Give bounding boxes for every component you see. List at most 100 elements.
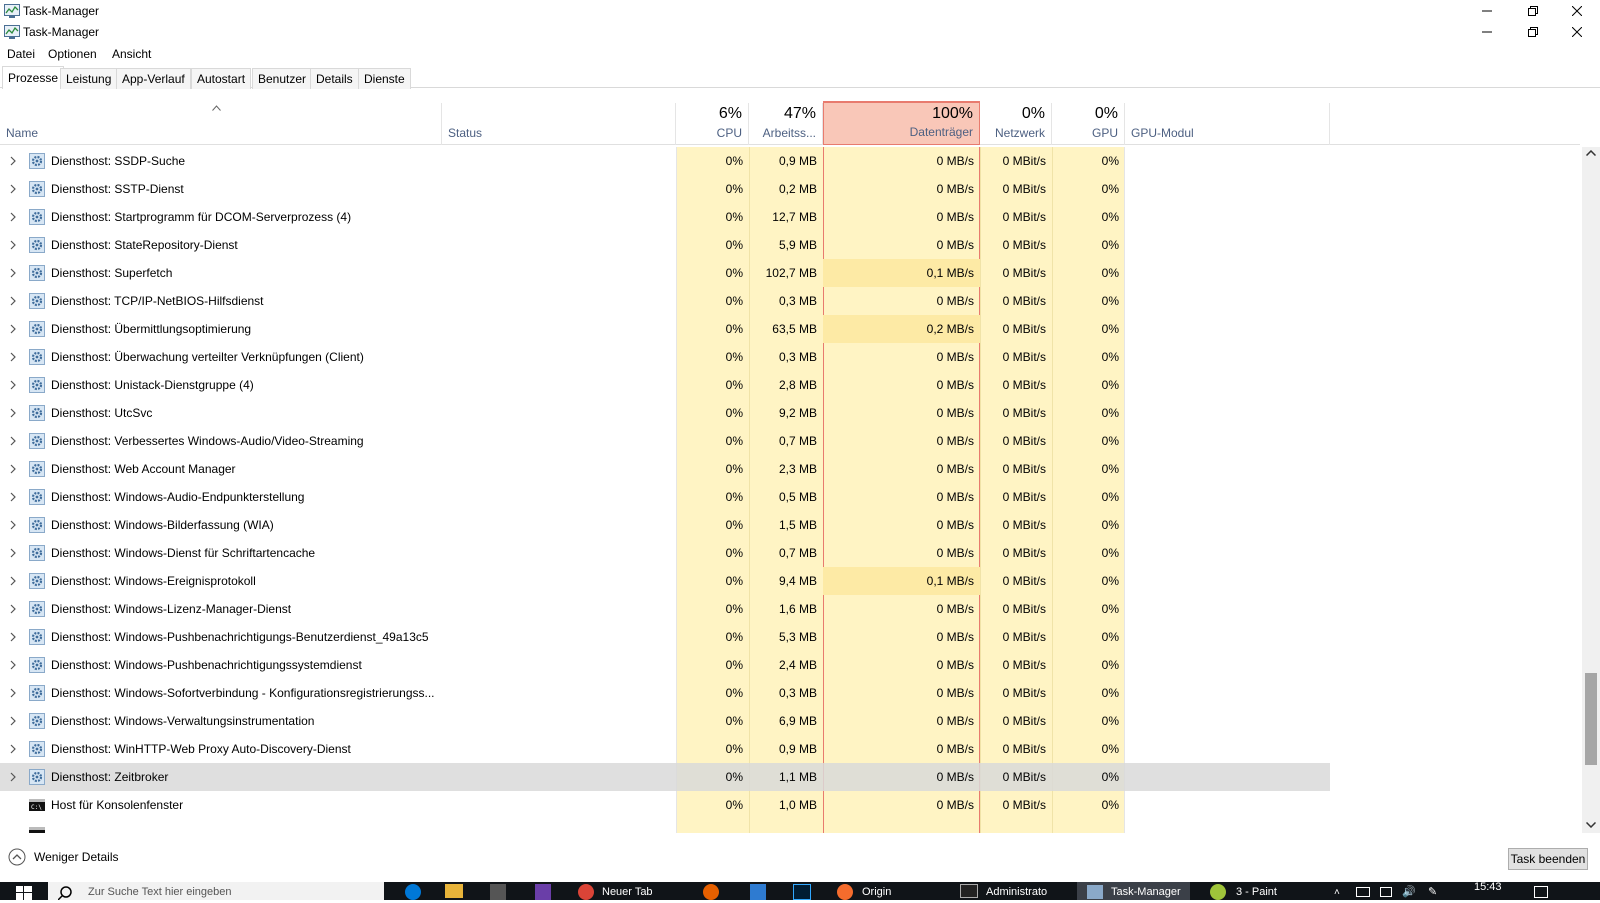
- windows-start-icon[interactable]: [16, 886, 32, 900]
- table-row[interactable]: Diensthost: Windows-Audio-Endpunkterstel…: [0, 483, 1330, 511]
- header-cpu[interactable]: 6% CPU: [676, 103, 749, 145]
- chevron-right-icon[interactable]: [8, 660, 18, 670]
- photoshop-icon[interactable]: [793, 884, 811, 900]
- table-row[interactable]: Diensthost: Startprogramm für DCOM-Serve…: [0, 203, 1330, 231]
- cmd-icon[interactable]: [960, 884, 978, 898]
- tab-leistung[interactable]: Leistung: [60, 68, 118, 89]
- clock[interactable]: 15:43: [1474, 881, 1502, 897]
- chevron-right-icon[interactable]: [8, 240, 18, 250]
- table-row[interactable]: Diensthost: Windows-Pushbenachrichtigung…: [0, 623, 1330, 651]
- menu-datei[interactable]: Datei: [7, 47, 35, 61]
- edge-icon[interactable]: [405, 884, 421, 900]
- scroll-up-icon[interactable]: [1586, 150, 1596, 156]
- paint-icon[interactable]: [1210, 884, 1226, 900]
- origin-icon[interactable]: [837, 884, 853, 900]
- taskbar-search[interactable]: Zur Suche Text hier eingeben: [48, 882, 384, 900]
- header-status[interactable]: Status: [442, 103, 676, 145]
- network-icon[interactable]: [1380, 887, 1392, 897]
- chevron-right-icon[interactable]: [8, 576, 18, 586]
- table-row[interactable]: Diensthost: WinHTTP-Web Proxy Auto-Disco…: [0, 735, 1330, 763]
- chevron-right-icon[interactable]: [8, 268, 18, 278]
- explorer-icon[interactable]: [445, 884, 463, 898]
- scroll-down-icon[interactable]: [1586, 822, 1596, 828]
- table-row[interactable]: Diensthost: Unistack-Dienstgruppe (4) 0% 2…: [0, 371, 1330, 399]
- table-row[interactable]: Diensthost: Web Account Manager 0% 2,3 MB 0…: [0, 455, 1330, 483]
- table-row[interactable]: Diensthost: Windows-Pushbenachrichtigung…: [0, 651, 1330, 679]
- notification-icon[interactable]: [1534, 886, 1548, 898]
- visual-studio-icon[interactable]: [535, 884, 551, 900]
- table-row[interactable]: Diensthost: Superfetch 0% 102,7 MB 0,1 MB/s…: [0, 259, 1330, 287]
- table-row[interactable]: Diensthost: Überwachung verteilter Verkn…: [0, 343, 1330, 371]
- menu-optionen[interactable]: Optionen: [48, 47, 97, 61]
- title-bar[interactable]: Task-Manager: [0, 0, 1600, 21]
- header-gpu-modul[interactable]: GPU-Modul: [1125, 103, 1330, 145]
- header-gpu[interactable]: 0% GPU: [1052, 103, 1125, 145]
- taskbar-task-manager[interactable]: Task-Manager: [1077, 882, 1190, 900]
- table-row[interactable]: Diensthost: SSDP-Suche 0% 0,9 MB 0 MB/s 0 MB…: [0, 147, 1330, 175]
- chevron-right-icon[interactable]: [8, 632, 18, 642]
- firefox-icon[interactable]: [703, 884, 719, 900]
- chevron-right-icon[interactable]: [8, 352, 18, 362]
- scroll-thumb[interactable]: [1585, 673, 1597, 765]
- menu-ansicht[interactable]: Ansicht: [112, 47, 151, 61]
- title-bar-secondary[interactable]: Task-Manager: [0, 21, 1600, 42]
- chevron-right-icon[interactable]: [8, 212, 18, 222]
- table-row[interactable]: Diensthost: Windows-Lizenz-Manager-Diens…: [0, 595, 1330, 623]
- chevron-right-icon[interactable]: [8, 184, 18, 194]
- end-task-button[interactable]: Task beenden: [1508, 848, 1588, 870]
- tab-details[interactable]: Details: [310, 68, 359, 89]
- table-row[interactable]: Diensthost: SSTP-Dienst 0% 0,2 MB 0 MB/s 0 M…: [0, 175, 1330, 203]
- chevron-right-icon[interactable]: [8, 744, 18, 754]
- chevron-right-icon[interactable]: [8, 492, 18, 502]
- chevron-up-icon[interactable]: ˄: [1334, 887, 1340, 903]
- chevron-right-icon[interactable]: [8, 324, 18, 334]
- table-row[interactable]: Diensthost: StateRepository-Dienst 0% 5,9 …: [0, 231, 1330, 259]
- table-row[interactable]: Diensthost: Windows-Dienst für Schriftar…: [0, 539, 1330, 567]
- vertical-scrollbar[interactable]: [1582, 147, 1600, 833]
- table-row[interactable]: Diensthost: TCP/IP-NetBIOS-Hilfsdienst 0%…: [0, 287, 1330, 315]
- chevron-right-icon[interactable]: [8, 408, 18, 418]
- close-button[interactable]: [1554, 0, 1600, 21]
- table-row[interactable]: Diensthost: Zeitbroker 0% 1,1 MB 0 MB/s 0 MB…: [0, 763, 1330, 791]
- header-mem[interactable]: 47% Arbeitss...: [749, 103, 823, 145]
- chevron-right-icon[interactable]: [8, 296, 18, 306]
- restore-button[interactable]: [1510, 21, 1556, 42]
- chevron-right-icon[interactable]: [8, 464, 18, 474]
- chevron-right-icon[interactable]: [8, 688, 18, 698]
- table-row[interactable]: Diensthost: UtcSvc 0% 9,2 MB 0 MB/s 0 MBit/s…: [0, 399, 1330, 427]
- minimize-button[interactable]: [1464, 0, 1510, 21]
- header-disk[interactable]: 100% Datenträger: [823, 101, 980, 145]
- chevron-right-icon[interactable]: [8, 716, 18, 726]
- pen-icon[interactable]: ✎: [1428, 885, 1437, 901]
- table-row[interactable]: C:\ Host für Konsolenfenster 0% 1,0 MB 0 MB/…: [0, 791, 1330, 819]
- chevron-right-icon[interactable]: [8, 380, 18, 390]
- header-name[interactable]: Name: [0, 103, 442, 145]
- tab-autostart[interactable]: Autostart: [191, 68, 252, 89]
- table-row[interactable]: Diensthost: Windows-Ereignisprotokoll 0% 9…: [0, 567, 1330, 595]
- header-net[interactable]: 0% Netzwerk: [980, 103, 1052, 145]
- table-row[interactable]: Diensthost: Windows-Bilderfassung (WIA) 0…: [0, 511, 1330, 539]
- table-row[interactable]: Diensthost: Übermittlungsoptimierung 0% 63…: [0, 315, 1330, 343]
- tab-prozesse[interactable]: Prozesse: [2, 66, 65, 89]
- close-button[interactable]: [1554, 21, 1600, 42]
- chevron-right-icon[interactable]: [8, 772, 18, 782]
- battery-icon[interactable]: [1356, 887, 1370, 897]
- tab-app-verlauf[interactable]: App-Verlauf: [116, 68, 191, 89]
- chevron-right-icon[interactable]: [8, 520, 18, 530]
- chevron-right-icon[interactable]: [8, 548, 18, 558]
- restore-button[interactable]: [1510, 0, 1556, 21]
- store-icon[interactable]: [490, 884, 506, 900]
- chevron-right-icon[interactable]: [8, 156, 18, 166]
- tab-benutzer[interactable]: Benutzer: [252, 68, 313, 89]
- table-row[interactable]: Diensthost: Windows-Verwaltungsinstrumen…: [0, 707, 1330, 735]
- chrome-icon[interactable]: [578, 884, 594, 900]
- table-row[interactable]: Diensthost: Verbessertes Windows-Audio/V…: [0, 427, 1330, 455]
- table-row-partial[interactable]: [0, 819, 1330, 833]
- tab-dienste[interactable]: Dienste: [358, 68, 411, 89]
- chevron-right-icon[interactable]: [8, 436, 18, 446]
- table-row[interactable]: Diensthost: Windows-Sofortverbindung - K…: [0, 679, 1330, 707]
- chevron-right-icon[interactable]: [8, 604, 18, 614]
- minimize-button[interactable]: [1464, 21, 1510, 42]
- app-icon[interactable]: [750, 884, 766, 900]
- volume-icon[interactable]: 🔊: [1402, 885, 1416, 901]
